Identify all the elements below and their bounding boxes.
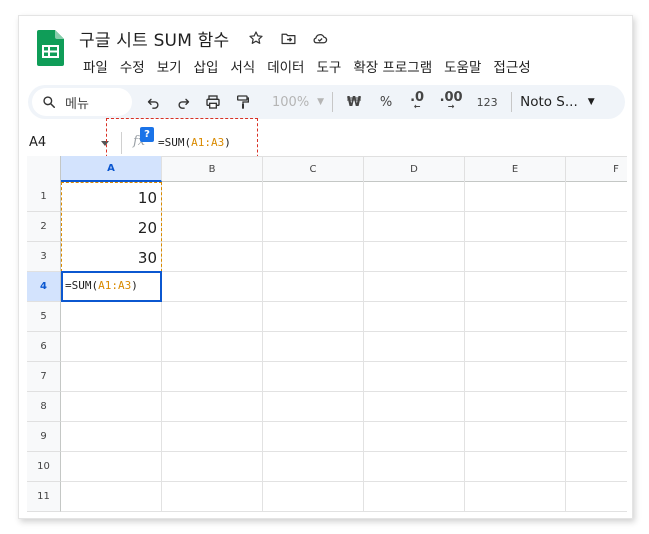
row-header-7[interactable]: 7 (27, 362, 61, 392)
chevron-down-icon: ▼ (317, 97, 325, 107)
menu-search-label: 메뉴 (65, 96, 89, 112)
redo-icon[interactable] (168, 88, 198, 116)
gridline (61, 391, 627, 392)
increase-decimal-label: .00 (439, 90, 463, 105)
sheets-logo[interactable] (37, 30, 64, 66)
gridline (262, 182, 263, 512)
print-icon[interactable] (198, 88, 228, 116)
number-format-button[interactable]: 123 (471, 88, 503, 116)
menu-bar: 파일 수정 보기 삽입 서식 데이터 도구 확장 프로그램 도움말 접근성 (77, 54, 537, 78)
active-cell-suffix: ) (131, 279, 138, 292)
menu-format[interactable]: 서식 (224, 54, 261, 78)
gridline (61, 511, 627, 512)
increase-decimal-button[interactable]: .00 → (435, 88, 467, 116)
active-cell-range-ref: A1:A3 (98, 279, 132, 292)
menu-search-box[interactable]: 메뉴 (32, 88, 132, 116)
row-header-11[interactable]: 11 (27, 482, 61, 512)
column-header-e[interactable]: E (465, 156, 566, 182)
currency-format-button[interactable]: ₩ (341, 88, 367, 116)
percent-format-button[interactable]: % (373, 88, 399, 116)
arrow-left-icon: ← (413, 102, 421, 111)
row-header-1[interactable]: 1 (27, 182, 61, 212)
decrease-decimal-label: .0 (410, 90, 425, 105)
row-header-9[interactable]: 9 (27, 422, 61, 452)
undo-icon[interactable] (138, 88, 168, 116)
search-icon (43, 96, 56, 109)
cloud-status-icon[interactable] (308, 26, 332, 50)
menu-edit[interactable]: 수정 (114, 54, 151, 78)
menu-help[interactable]: 도움말 (438, 54, 487, 78)
row-header-10[interactable]: 10 (27, 452, 61, 482)
move-folder-icon[interactable] (276, 26, 300, 50)
chevron-down-icon: ▼ (587, 97, 595, 107)
range-reference-highlight (61, 182, 162, 272)
gridline (61, 451, 627, 452)
gridline (61, 361, 627, 362)
menu-insert[interactable]: 삽입 (188, 54, 225, 78)
gridline (61, 421, 627, 422)
row-header-3[interactable]: 3 (27, 242, 61, 272)
app-window: 구글 시트 SUM 함수 파일 수정 보기 삽입 서식 데이터 도구 확장 프로… (18, 15, 633, 519)
zoom-value: 100% (272, 94, 310, 110)
menu-view[interactable]: 보기 (151, 54, 188, 78)
menu-data[interactable]: 데이터 (261, 54, 310, 78)
menu-extensions[interactable]: 확장 프로그램 (347, 54, 438, 78)
toolbar: 메뉴 100% ▼ ₩ % .0 ← .00 → 123 Noto S... ▼ (28, 85, 625, 119)
active-cell-prefix: =SUM( (65, 279, 99, 292)
row-header-2[interactable]: 2 (27, 212, 61, 242)
column-header-c[interactable]: C (263, 156, 364, 182)
column-header-d[interactable]: D (364, 156, 465, 182)
document-title[interactable]: 구글 시트 SUM 함수 (79, 26, 229, 51)
active-cell-editor[interactable]: =SUM(A1:A3) (65, 279, 138, 292)
toolbar-divider (511, 92, 513, 112)
gridline (464, 182, 465, 512)
toolbar-divider (332, 92, 334, 112)
name-box[interactable]: A4 (29, 135, 46, 150)
gridline (61, 481, 627, 482)
gridline (565, 182, 566, 512)
decrease-decimal-button[interactable]: .0 ← (403, 88, 431, 116)
menu-tools[interactable]: 도구 (310, 54, 347, 78)
menu-file[interactable]: 파일 (77, 54, 114, 78)
font-name: Noto S... (520, 94, 578, 110)
row-header-5[interactable]: 5 (27, 302, 61, 332)
gridline (363, 182, 364, 512)
paint-format-icon[interactable] (228, 88, 258, 116)
menu-accessibility[interactable]: 접근성 (487, 54, 536, 78)
column-header-f[interactable]: F (566, 156, 632, 182)
star-icon[interactable] (244, 26, 268, 50)
row-header-4[interactable]: 4 (27, 272, 61, 302)
gridline (61, 331, 627, 332)
column-header-a[interactable]: A (61, 156, 162, 182)
zoom-select[interactable]: 100% ▼ (272, 88, 324, 116)
row-header-8[interactable]: 8 (27, 392, 61, 422)
column-header-b[interactable]: B (162, 156, 263, 182)
arrow-right-icon: → (447, 102, 455, 111)
font-select[interactable]: Noto S... ▼ (520, 88, 595, 116)
row-header-6[interactable]: 6 (27, 332, 61, 362)
select-all-corner[interactable] (27, 156, 61, 182)
